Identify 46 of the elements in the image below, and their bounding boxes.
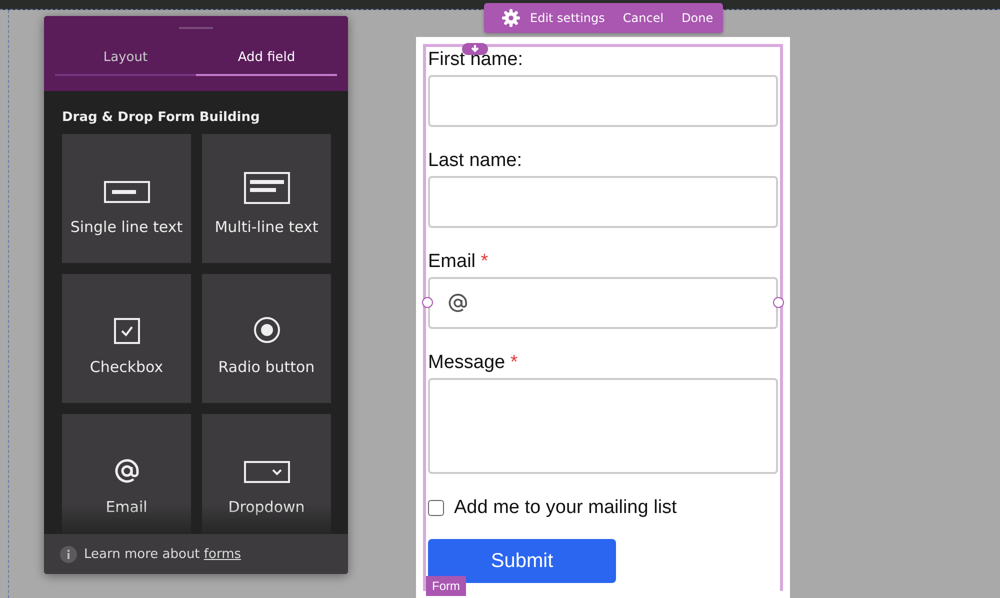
field-tile[interactable]: Multi-line text bbox=[202, 134, 331, 263]
tab[interactable]: Add field bbox=[196, 42, 337, 76]
resize-handle[interactable] bbox=[773, 297, 784, 308]
field-label: Email * bbox=[428, 251, 490, 273]
field-label: Message * bbox=[428, 352, 519, 374]
input-field[interactable] bbox=[428, 75, 778, 127]
email-field[interactable] bbox=[428, 277, 778, 329]
section-heading: Drag & Drop Form Building bbox=[62, 110, 261, 125]
tab[interactable]: Layout bbox=[55, 42, 196, 76]
tile-label: Single line text bbox=[70, 218, 183, 236]
at-sign-icon bbox=[448, 293, 468, 313]
info-icon bbox=[60, 546, 77, 562]
settings-icon bbox=[502, 9, 520, 27]
tile-label: Radio button bbox=[218, 358, 315, 376]
tile-label: Checkbox bbox=[90, 358, 164, 376]
footer-text: Learn more about forms bbox=[84, 546, 242, 562]
toolbar-button[interactable]: Cancel bbox=[614, 7, 672, 29]
tile-label: Email bbox=[106, 498, 148, 516]
drag-handle[interactable] bbox=[179, 27, 213, 29]
resize-handle[interactable] bbox=[422, 297, 433, 308]
text-field-icon bbox=[104, 180, 150, 204]
field-tile[interactable]: Checkbox bbox=[62, 274, 191, 403]
edit-settings-button[interactable]: Edit settings bbox=[494, 5, 613, 31]
toolbar-button[interactable]: Done bbox=[674, 7, 722, 29]
checkbox-label: Add me to your mailing list bbox=[454, 497, 677, 519]
tile-label: Dropdown bbox=[228, 498, 305, 516]
text-area[interactable] bbox=[428, 378, 778, 474]
input-field[interactable] bbox=[428, 176, 778, 228]
field-label: First name: bbox=[428, 49, 524, 71]
checkbox[interactable] bbox=[428, 500, 444, 516]
submit-button[interactable]: Submit bbox=[428, 539, 616, 583]
at-sign-icon bbox=[114, 458, 140, 484]
form-tag: Form bbox=[426, 576, 466, 596]
text-area-icon bbox=[244, 172, 290, 204]
dropdown-icon bbox=[244, 460, 290, 484]
checkbox-icon bbox=[114, 318, 140, 344]
required-mark: * bbox=[510, 352, 518, 374]
radio-icon bbox=[252, 316, 280, 344]
field-tile[interactable]: Email bbox=[62, 414, 191, 534]
link[interactable]: forms bbox=[204, 546, 242, 562]
required-mark: * bbox=[480, 251, 488, 273]
field-label: Last name: bbox=[428, 150, 523, 172]
field-tile[interactable]: Single line text bbox=[62, 134, 191, 263]
field-tile[interactable]: Radio button bbox=[202, 274, 331, 403]
tile-label: Multi-line text bbox=[214, 218, 318, 236]
field-tile[interactable]: Dropdown bbox=[202, 414, 331, 534]
